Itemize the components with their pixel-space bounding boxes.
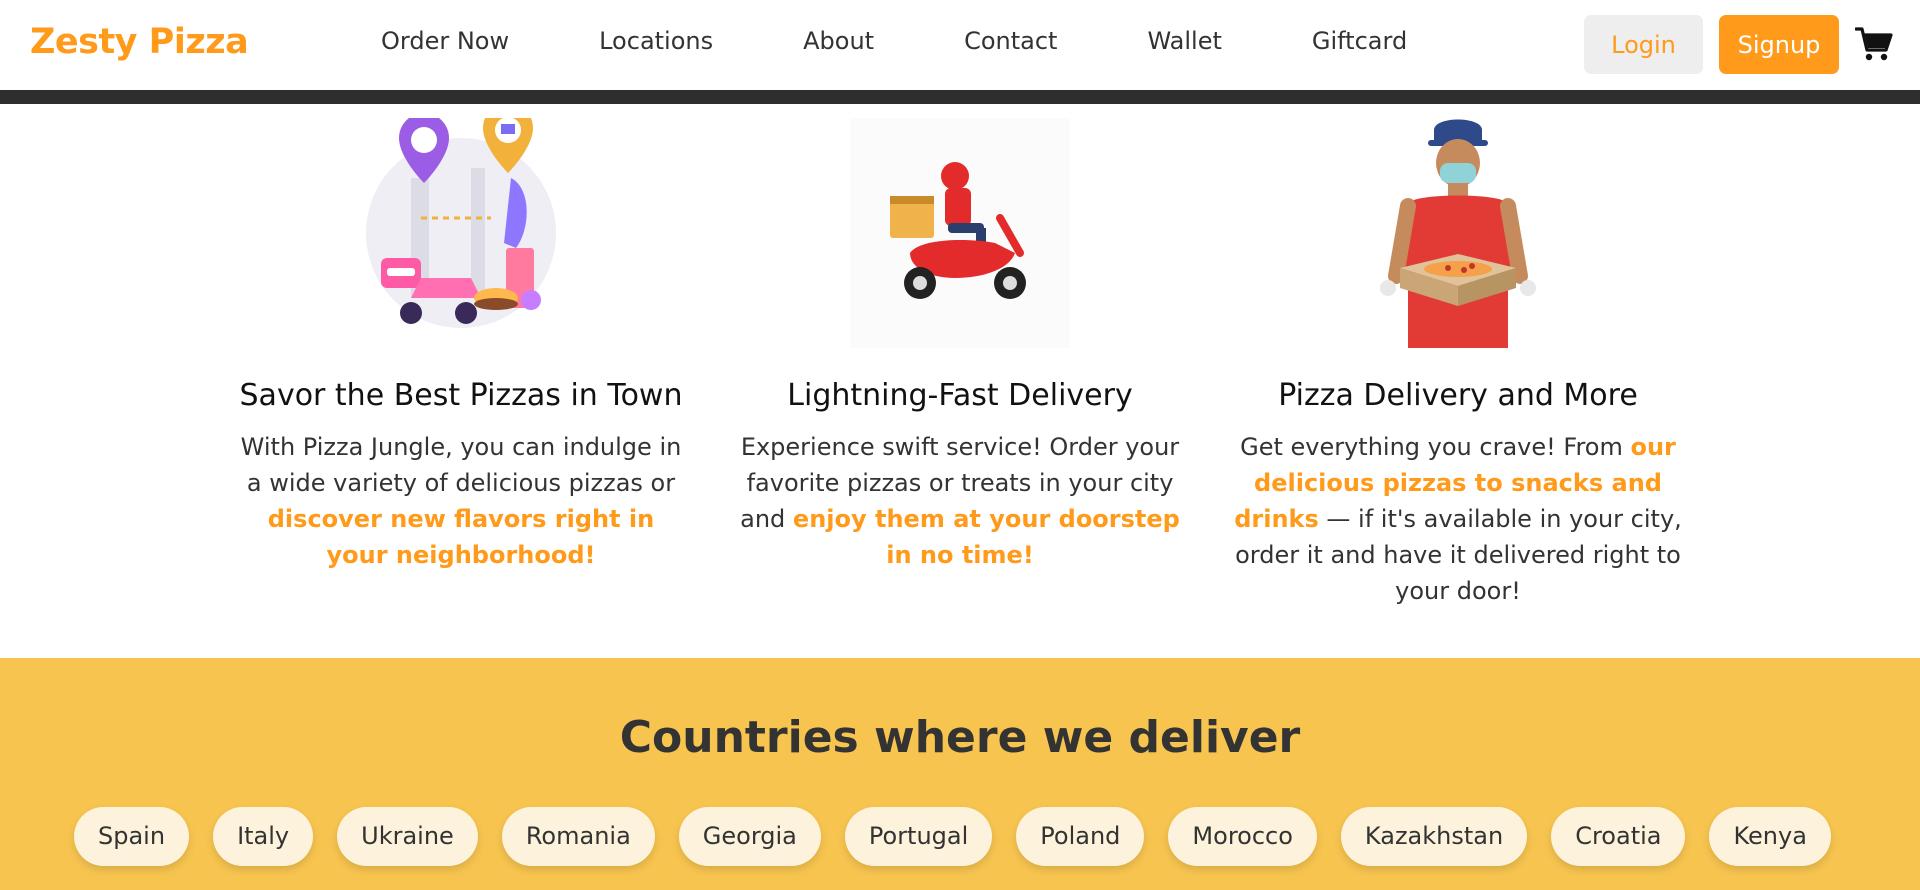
feature-card-best-pizzas: Savor the Best Pizzas in Town With Pizza… (236, 103, 686, 573)
country-chip-kazakhstan[interactable]: Kazakhstan (1340, 807, 1528, 866)
country-chip-romania[interactable]: Romania (501, 807, 655, 866)
feature-text: Get everything you crave! From (1240, 433, 1631, 461)
feature-card-delivery-more: Pizza Delivery and More Get everything y… (1233, 118, 1683, 609)
country-chip-croatia[interactable]: Croatia (1551, 807, 1686, 866)
feature-highlight: discover new flavors right in your neigh… (267, 505, 655, 569)
cart-icon[interactable] (1855, 26, 1893, 62)
nav-link-wallet[interactable]: Wallet (1147, 27, 1221, 55)
feature-description: Experience swift service! Order your fav… (735, 429, 1185, 573)
feature-title: Pizza Delivery and More (1278, 378, 1638, 413)
nav-links: Order Now Locations About Contact Wallet… (381, 27, 1407, 55)
countries-section: Countries where we deliver Spain Italy U… (0, 658, 1920, 890)
country-chip-list: Spain Italy Ukraine Romania Georgia Port… (74, 807, 1855, 866)
country-chip-georgia[interactable]: Georgia (678, 807, 821, 866)
courier-with-pizza-illustration (1348, 118, 1568, 348)
country-chip-italy[interactable]: Italy (213, 807, 314, 866)
nav-link-order-now[interactable]: Order Now (381, 27, 509, 55)
country-chip-morocco[interactable]: Morocco (1168, 807, 1317, 866)
brand-logo[interactable]: Zesty Pizza (30, 22, 249, 62)
nav-link-contact[interactable]: Contact (964, 27, 1057, 55)
country-chip-poland[interactable]: Poland (1016, 807, 1145, 866)
signup-button[interactable]: Signup (1719, 15, 1839, 74)
countries-heading: Countries where we deliver (619, 712, 1301, 763)
nav-link-giftcard[interactable]: Giftcard (1312, 27, 1407, 55)
login-button[interactable]: Login (1584, 15, 1703, 74)
navbar: Zesty Pizza Order Now Locations About Co… (0, 0, 1920, 90)
nav-divider (0, 90, 1920, 104)
feature-description: Get everything you crave! From our delic… (1233, 429, 1683, 609)
feature-card-fast-delivery: Lightning-Fast Delivery Experience swift… (735, 118, 1185, 573)
country-chip-portugal[interactable]: Portugal (844, 807, 993, 866)
feature-highlight: enjoy them at your doorstep in no time! (792, 505, 1180, 569)
feature-description: With Pizza Jungle, you can indulge in a … (236, 429, 686, 573)
feature-title: Lightning-Fast Delivery (787, 378, 1133, 413)
nav-link-about[interactable]: About (803, 27, 874, 55)
country-chip-ukraine[interactable]: Ukraine (337, 807, 478, 866)
country-chip-kenya[interactable]: Kenya (1709, 807, 1831, 866)
country-chip-spain[interactable]: Spain (74, 807, 190, 866)
map-delivery-illustration (351, 103, 571, 348)
scooter-courier-illustration (850, 118, 1070, 348)
feature-text: With Pizza Jungle, you can indulge in a … (240, 433, 682, 497)
feature-title: Savor the Best Pizzas in Town (239, 378, 683, 413)
nav-link-locations[interactable]: Locations (599, 27, 713, 55)
